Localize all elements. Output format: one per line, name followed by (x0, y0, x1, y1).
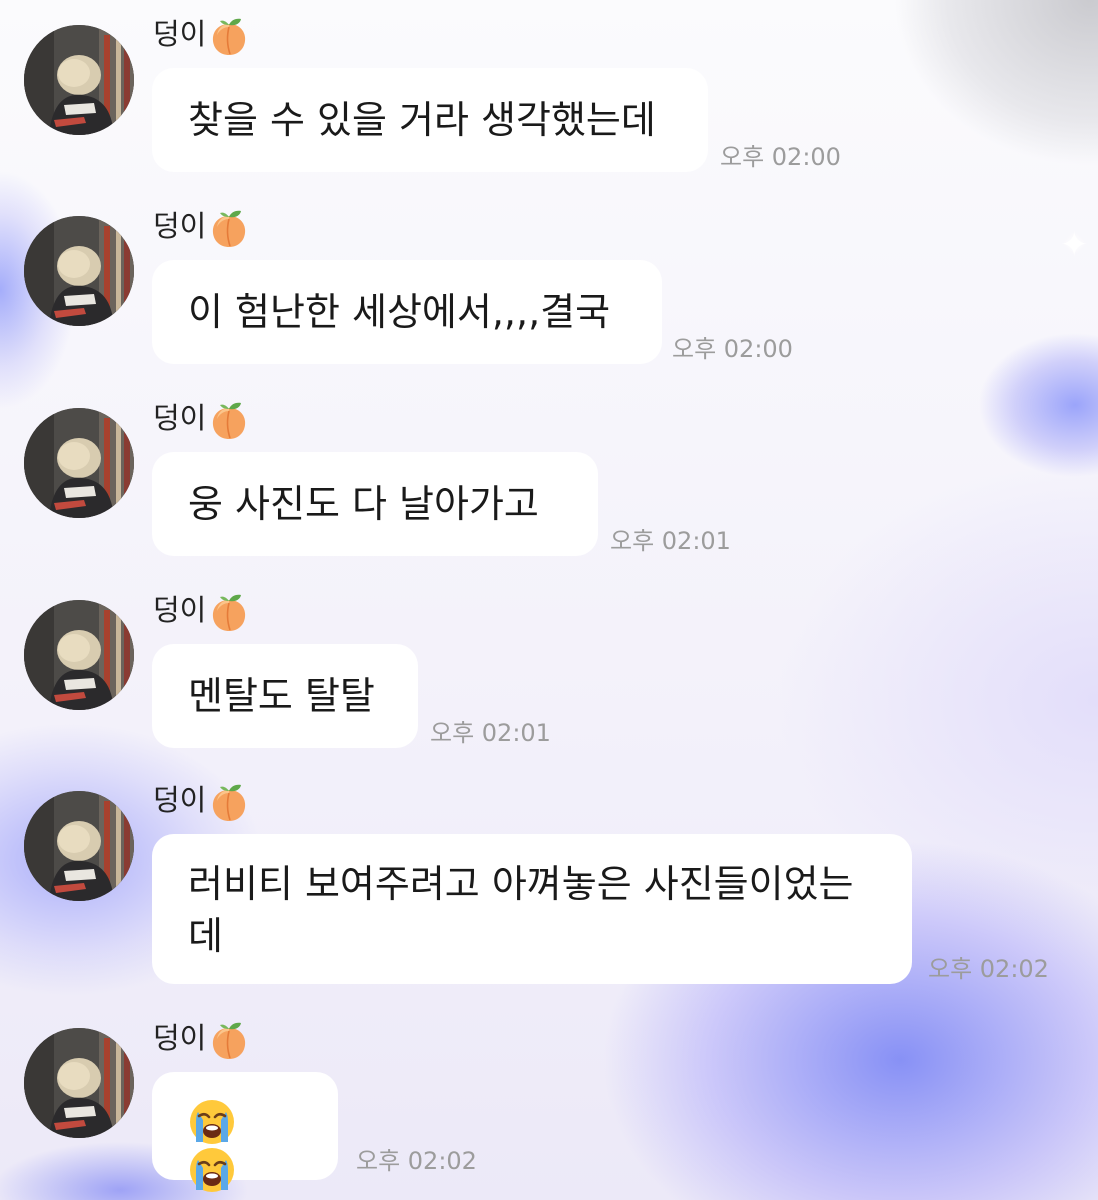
sender-name: 덩이 (153, 398, 250, 438)
message-time: 오후 02:02 (356, 1147, 477, 1175)
sender-name: 덩이 (153, 14, 250, 54)
sparkle-icon: ✦ (1060, 225, 1089, 265)
avatar[interactable] (24, 1028, 134, 1138)
message-bubble[interactable]: 멘탈도 탈탈 (152, 644, 418, 748)
message-time: 오후 02:01 (610, 527, 731, 555)
message-time: 오후 02:00 (672, 335, 793, 363)
avatar[interactable] (24, 216, 134, 326)
sender-name: 덩이 (153, 206, 250, 246)
loudly-crying-face-icon (188, 1098, 236, 1146)
message-bubble[interactable]: 이 험난한 세상에서,,,,결국 (152, 260, 662, 364)
peach-icon (208, 1019, 250, 1061)
message-bubble[interactable]: 찾을 수 있을 거라 생각했는데 (152, 68, 708, 172)
avatar[interactable] (24, 791, 134, 901)
message-text: 웅 사진도 다 날아가고 (188, 482, 539, 526)
message-text-line-2: 데 (188, 914, 223, 958)
message-time: 오후 02:02 (928, 955, 1049, 983)
message-text-line-1: 러비티 보여주려고 아껴놓은 사진들이었는 (188, 862, 854, 906)
message-text: 이 험난한 세상에서,,,,결국 (188, 290, 611, 334)
loudly-crying-face-icon (188, 1146, 236, 1194)
peach-icon (208, 591, 250, 633)
message-text: 찾을 수 있을 거라 생각했는데 (188, 98, 656, 142)
avatar[interactable] (24, 408, 134, 518)
message-time: 오후 02:01 (430, 719, 551, 747)
message-time: 오후 02:00 (720, 143, 841, 171)
peach-icon (208, 207, 250, 249)
message-bubble[interactable]: 러비티 보여주려고 아껴놓은 사진들이었는 데 (152, 834, 912, 984)
message-bubble[interactable]: 웅 사진도 다 날아가고 (152, 452, 598, 556)
peach-icon (208, 781, 250, 823)
peach-icon (208, 399, 250, 441)
message-text: 멘탈도 탈탈 (188, 674, 375, 718)
avatar[interactable] (24, 25, 134, 135)
message-bubble[interactable] (152, 1072, 338, 1180)
sender-name: 덩이 (153, 780, 250, 820)
peach-icon (208, 15, 250, 57)
sender-name: 덩이 (153, 590, 250, 630)
avatar[interactable] (24, 600, 134, 710)
sender-name: 덩이 (153, 1018, 250, 1058)
